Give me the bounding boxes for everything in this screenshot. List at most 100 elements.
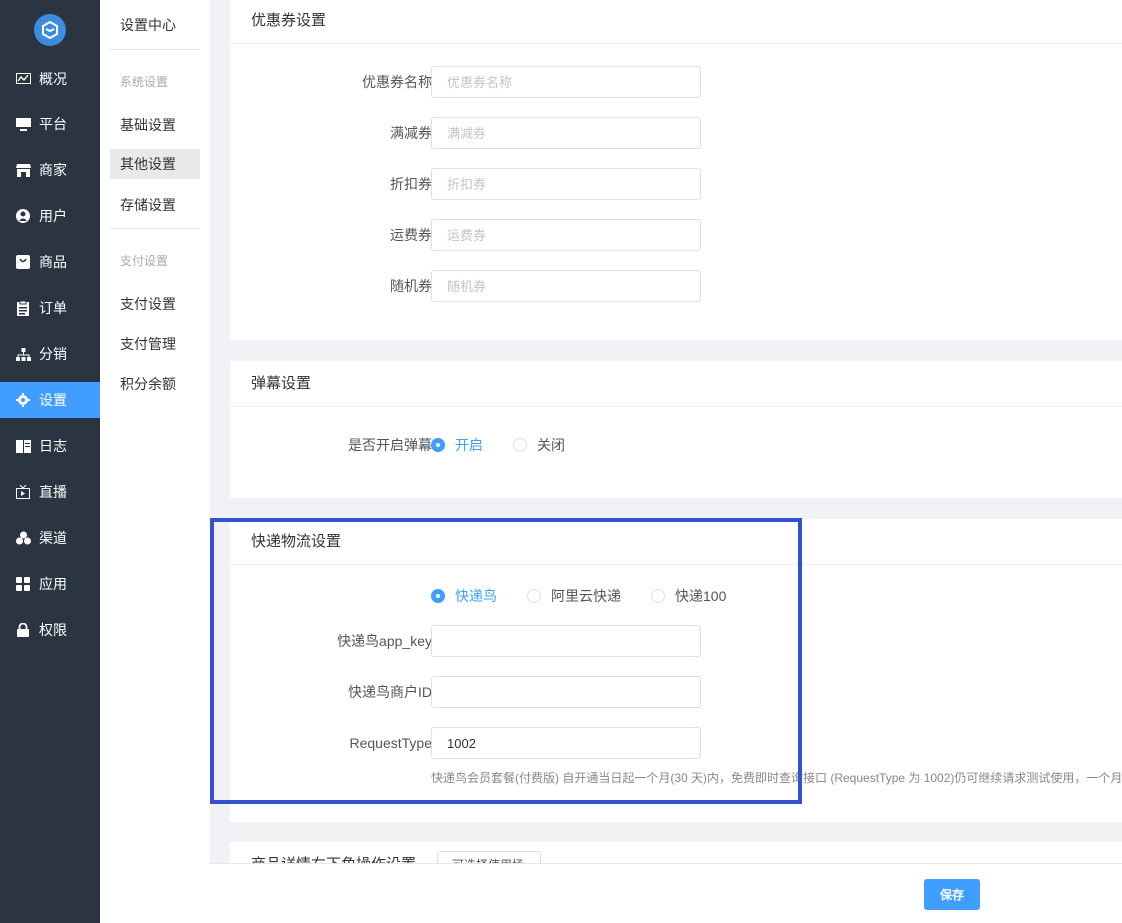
radio-dot (431, 589, 445, 603)
field-label: 快递鸟app_key (337, 633, 432, 649)
app-key-input[interactable] (431, 625, 701, 657)
nav-item-label: 直播 (39, 484, 67, 500)
form-row-shipping: 运费券 (230, 219, 1122, 251)
radio-label: 阿里云快递 (551, 588, 621, 604)
submenu-item-other[interactable]: 其他设置 (110, 149, 200, 179)
radio-dot (513, 438, 527, 452)
book-icon (15, 438, 31, 454)
nav-item-log[interactable]: 日志 (0, 428, 100, 464)
field-label: 是否开启弹幕 (348, 437, 432, 453)
field-label: 优惠券名称 (362, 74, 432, 90)
nav-item-goods[interactable]: 商品 (0, 244, 100, 280)
grid-icon (15, 576, 31, 592)
radio-aliyun-express[interactable]: 阿里云快递 (527, 580, 621, 612)
radio-label: 快递100 (675, 588, 727, 604)
radio-barrage-off[interactable]: 关闭 (513, 429, 565, 461)
app-logo[interactable] (34, 14, 66, 46)
divider (110, 228, 200, 229)
tv-icon (15, 484, 31, 500)
main-nav: 概况 平台 商家 用户 商品 订单 分销 设置 日志 直播 渠道 应用 权限 (0, 0, 100, 923)
submenu-item-storage[interactable]: 存储设置 (110, 190, 200, 220)
nav-item-label: 订单 (39, 300, 67, 316)
coupon-name-input[interactable] (431, 66, 701, 98)
nav-item-label: 权限 (39, 622, 67, 638)
radio-barrage-on[interactable]: 开启 (431, 429, 483, 461)
submenu-item-basic[interactable]: 基础设置 (110, 110, 200, 140)
request-type-input[interactable] (431, 727, 701, 759)
nav-item-order[interactable]: 订单 (0, 290, 100, 326)
gear-icon (15, 392, 31, 408)
field-label: 折扣券 (390, 176, 432, 192)
radio-dot (431, 438, 445, 452)
radio-kuaidi100[interactable]: 快递100 (651, 580, 726, 612)
submenu-item-payment-settings[interactable]: 支付设置 (110, 289, 200, 319)
random-coupon-input[interactable] (431, 270, 701, 302)
nav-item-label: 商品 (39, 254, 67, 270)
chart-icon (15, 71, 31, 87)
form-row-random: 随机券 (230, 270, 1122, 302)
clipboard-icon (15, 300, 31, 316)
merchant-id-input[interactable] (431, 676, 701, 708)
form-row-discount: 折扣券 (230, 168, 1122, 200)
submenu-item-payment-manage[interactable]: 支付管理 (110, 329, 200, 359)
form-row-barrage-enable: 是否开启弹幕 开启 关闭 (230, 429, 1122, 461)
full-reduction-input[interactable] (431, 117, 701, 149)
radio-label: 关闭 (537, 437, 565, 453)
barrage-settings-card: 弹幕设置 是否开启弹幕 开启 关闭 (230, 361, 1122, 498)
nav-item-label: 设置 (39, 392, 67, 408)
submenu-group-system: 系统设置 (120, 75, 169, 89)
card-title: 快递物流设置 (230, 519, 1122, 565)
submenu-group-payment: 支付设置 (120, 254, 169, 268)
card-title: 优惠券设置 (230, 0, 1122, 44)
nav-item-label: 商家 (39, 162, 67, 178)
nav-item-platform[interactable]: 平台 (0, 106, 100, 142)
lock-icon (15, 622, 31, 638)
nav-item-permission[interactable]: 权限 (0, 612, 100, 648)
form-row-coupon-name: 优惠券名称 (230, 66, 1122, 98)
field-label: 满减券 (390, 125, 432, 141)
nav-item-settings[interactable]: 设置 (0, 382, 100, 418)
field-label: 随机券 (390, 278, 432, 294)
radio-kdniao[interactable]: 快递鸟 (431, 580, 497, 612)
cluster-icon (15, 530, 31, 546)
discount-coupon-input[interactable] (431, 168, 701, 200)
nav-item-overview[interactable]: 概况 (0, 61, 100, 97)
request-type-hint: 快递鸟会员套餐(付费版) 自开通当日起一个月(30 天)内，免费即时查询接口 (… (431, 771, 1122, 785)
submenu-item-points-balance[interactable]: 积分余额 (110, 369, 200, 399)
field-label: 运费券 (390, 227, 432, 243)
express-settings-card: 快递物流设置 快递鸟 阿里云快递 快递100 快递鸟app_key 快递鸟商户I… (230, 519, 1122, 822)
shipping-coupon-input[interactable] (431, 219, 701, 251)
nav-item-label: 日志 (39, 438, 67, 454)
bag-icon (15, 254, 31, 270)
settings-submenu: 设置中心 系统设置 基础设置 其他设置 存储设置 支付设置 支付设置 支付管理 … (100, 0, 210, 923)
radio-label: 开启 (455, 437, 483, 453)
nav-item-label: 用户 (39, 208, 67, 224)
radio-label: 快递鸟 (455, 588, 497, 604)
nav-item-apps[interactable]: 应用 (0, 566, 100, 602)
radio-dot (651, 589, 665, 603)
coupon-settings-card: 优惠券设置 优惠券名称 满减券 折扣券 运费券 随机券 (230, 0, 1122, 340)
form-row-express-provider: 快递鸟 阿里云快递 快递100 (230, 580, 1122, 612)
nav-item-label: 渠道 (39, 530, 67, 546)
form-row-full-reduction: 满减券 (230, 117, 1122, 149)
radio-dot (527, 589, 541, 603)
field-label: 快递鸟商户ID (348, 684, 432, 700)
submenu-title: 设置中心 (120, 17, 176, 33)
nav-item-label: 分销 (39, 346, 67, 362)
footer-bar: 保存 (210, 863, 1122, 923)
nav-item-live[interactable]: 直播 (0, 474, 100, 510)
form-row-request-type: RequestType (230, 727, 1122, 759)
save-button[interactable]: 保存 (924, 879, 980, 910)
form-row-app-key: 快递鸟app_key (230, 625, 1122, 657)
user-icon (15, 208, 31, 224)
nav-item-label: 平台 (39, 116, 67, 132)
nav-item-label: 概况 (39, 71, 67, 87)
nav-item-merchant[interactable]: 商家 (0, 152, 100, 188)
field-label: RequestType (349, 735, 433, 751)
card-title: 弹幕设置 (230, 361, 1122, 407)
form-row-merchant-id: 快递鸟商户ID (230, 676, 1122, 708)
nav-item-distribution[interactable]: 分销 (0, 336, 100, 372)
nav-item-user[interactable]: 用户 (0, 198, 100, 234)
nav-item-channel[interactable]: 渠道 (0, 520, 100, 556)
monitor-icon (15, 116, 31, 132)
